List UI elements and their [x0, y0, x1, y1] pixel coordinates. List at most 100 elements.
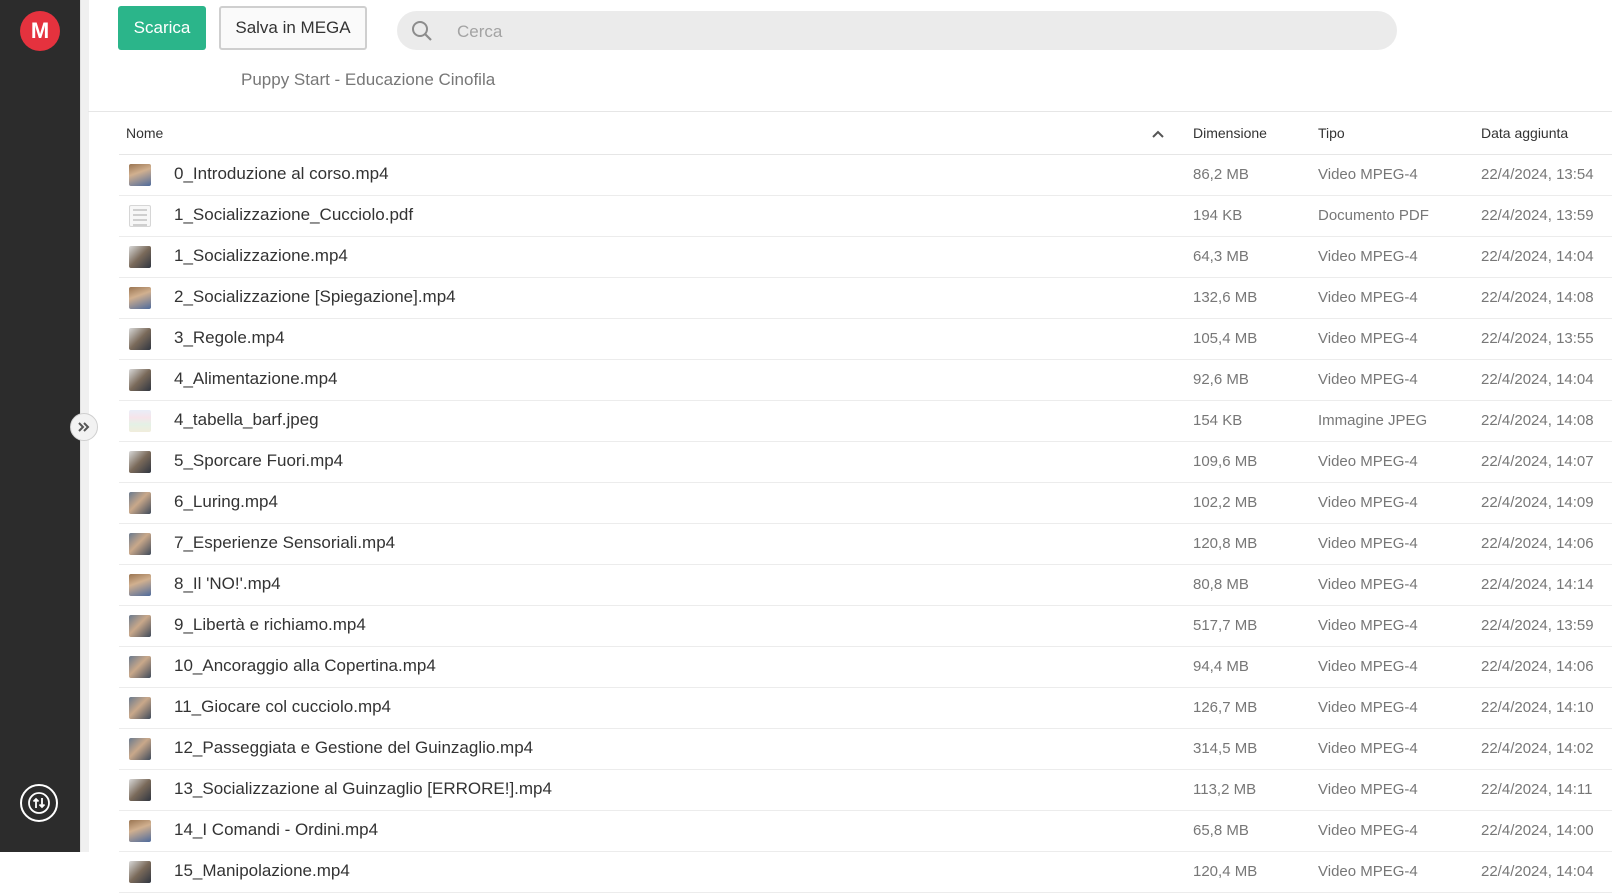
- file-name: 0_Introduzione al corso.mp4: [174, 164, 389, 183]
- file-date-added: 22/4/2024, 14:04: [1481, 371, 1594, 388]
- file-name: 8_Il 'NO!'.mp4: [174, 574, 281, 593]
- file-date-added: 22/4/2024, 13:54: [1481, 166, 1594, 183]
- file-type: Video MPEG-4: [1318, 658, 1418, 675]
- transfers-icon[interactable]: [20, 784, 58, 822]
- pdf-file-icon: [129, 205, 151, 227]
- video-thumbnail: [129, 820, 151, 842]
- file-size: 194 KB: [1193, 207, 1243, 224]
- table-row[interactable]: 12_Passeggiata e Gestione del Guinzaglio…: [119, 729, 1612, 770]
- file-list: 0_Introduzione al corso.mp4 86,2 MB Video …: [119, 155, 1612, 893]
- table-row[interactable]: 6_Luring.mp4 102,2 MB Video MPEG-4 22/4/202…: [119, 483, 1612, 524]
- file-date-added: 22/4/2024, 14:10: [1481, 699, 1594, 716]
- file-size: 132,6 MB: [1193, 289, 1258, 306]
- video-thumbnail: [129, 779, 151, 801]
- search-bar[interactable]: [397, 11, 1397, 52]
- file-size: 126,7 MB: [1193, 699, 1258, 716]
- file-size: 92,6 MB: [1193, 371, 1249, 388]
- table-row[interactable]: 13_Socializzazione al Guinzaglio [ERRORE…: [119, 770, 1612, 811]
- file-type: Video MPEG-4: [1318, 289, 1418, 306]
- file-name: 14_I Comandi - Ordini.mp4: [174, 820, 379, 839]
- file-name: 7_Esperienze Sensoriali.mp4: [174, 533, 396, 552]
- file-type: Video MPEG-4: [1318, 863, 1418, 880]
- expand-sidebar-icon[interactable]: [70, 413, 98, 441]
- file-size: 517,7 MB: [1193, 617, 1258, 634]
- folder-title: Puppy Start - Educazione Cinofila: [241, 70, 496, 89]
- file-name: 5_Sporcare Fuori.mp4: [174, 451, 344, 470]
- column-header-size[interactable]: Dimensione: [1193, 125, 1267, 141]
- table-row[interactable]: 11_Giocare col cucciolo.mp4 126,7 MB Video…: [119, 688, 1612, 729]
- file-name: 11_Giocare col cucciolo.mp4: [174, 697, 392, 716]
- table-row[interactable]: 0_Introduzione al corso.mp4 86,2 MB Video …: [119, 155, 1612, 196]
- table-row[interactable]: 1_Socializzazione_Cucciolo.pdf 194 KB Docu…: [119, 196, 1612, 237]
- file-date-added: 22/4/2024, 14:09: [1481, 494, 1594, 511]
- column-header-type[interactable]: Tipo: [1318, 125, 1345, 141]
- mega-logo[interactable]: M: [20, 11, 60, 51]
- file-date-added: 22/4/2024, 14:07: [1481, 453, 1594, 470]
- table-row[interactable]: 4_Alimentazione.mp4 92,6 MB Video MPEG-4 22…: [119, 360, 1612, 401]
- file-name: 1_Socializzazione_Cucciolo.pdf: [174, 205, 414, 224]
- file-date-added: 22/4/2024, 14:08: [1481, 412, 1594, 429]
- file-size: 105,4 MB: [1193, 330, 1258, 347]
- file-name: 3_Regole.mp4: [174, 328, 285, 347]
- file-type: Video MPEG-4: [1318, 617, 1418, 634]
- video-thumbnail: [129, 574, 151, 596]
- file-type: Immagine JPEG: [1318, 412, 1428, 429]
- file-date-added: 22/4/2024, 14:06: [1481, 535, 1594, 552]
- video-thumbnail: [129, 451, 151, 473]
- file-name: 6_Luring.mp4: [174, 492, 278, 511]
- table-row[interactable]: 14_I Comandi - Ordini.mp4 65,8 MB Video MP…: [119, 811, 1612, 852]
- file-date-added: 22/4/2024, 14:11: [1481, 781, 1593, 798]
- file-size: 120,8 MB: [1193, 535, 1258, 552]
- video-thumbnail: [129, 697, 151, 719]
- file-size: 109,6 MB: [1193, 453, 1258, 470]
- column-header-date[interactable]: Data aggiunta: [1481, 125, 1568, 141]
- file-size: 154 KB: [1193, 412, 1243, 429]
- file-size: 113,2 MB: [1193, 781, 1257, 798]
- download-button[interactable]: Scarica: [118, 6, 206, 50]
- table-row[interactable]: 7_Esperienze Sensoriali.mp4 120,8 MB Video…: [119, 524, 1612, 565]
- video-thumbnail: [129, 861, 151, 883]
- file-type: Video MPEG-4: [1318, 453, 1418, 470]
- table-row[interactable]: 9_Libertà e richiamo.mp4 517,7 MB Video MP…: [119, 606, 1612, 647]
- table-row[interactable]: 5_Sporcare Fuori.mp4 109,6 MB Video MPEG-4…: [119, 442, 1612, 483]
- file-name: 4_tabella_barf.jpeg: [174, 410, 319, 429]
- file-name: 4_Alimentazione.mp4: [174, 369, 338, 388]
- search-input[interactable]: [455, 11, 1379, 52]
- file-type: Video MPEG-4: [1318, 822, 1418, 839]
- table-row[interactable]: 4_tabella_barf.jpeg 154 KB Immagine JPEG 22…: [119, 401, 1612, 442]
- file-date-added: 22/4/2024, 13:59: [1481, 617, 1594, 634]
- file-date-added: 22/4/2024, 14:04: [1481, 863, 1594, 880]
- video-thumbnail: [129, 328, 151, 350]
- file-type: Video MPEG-4: [1318, 535, 1418, 552]
- table-row[interactable]: 15_Manipolazione.mp4 120,4 MB Video MPEG-4…: [119, 852, 1612, 893]
- file-size: 86,2 MB: [1193, 166, 1249, 183]
- file-date-added: 22/4/2024, 14:02: [1481, 740, 1594, 757]
- video-thumbnail: [129, 369, 151, 391]
- table-row[interactable]: 3_Regole.mp4 105,4 MB Video MPEG-4 22/4/202…: [119, 319, 1612, 360]
- save-to-mega-button[interactable]: Salva in MEGA: [219, 6, 367, 50]
- column-header-name[interactable]: Nome: [126, 125, 163, 141]
- file-type: Video MPEG-4: [1318, 781, 1418, 798]
- sort-ascending-icon[interactable]: [1152, 125, 1164, 141]
- file-date-added: 22/4/2024, 14:06: [1481, 658, 1594, 675]
- file-name: 9_Libertà e richiamo.mp4: [174, 615, 366, 634]
- file-name: 12_Passeggiata e Gestione del Guinzaglio…: [174, 738, 534, 757]
- file-date-added: 22/4/2024, 13:59: [1481, 207, 1594, 224]
- file-size: 102,2 MB: [1193, 494, 1258, 511]
- table-row[interactable]: 8_Il 'NO!'.mp4 80,8 MB Video MPEG-4 22/4/20…: [119, 565, 1612, 606]
- file-type: Video MPEG-4: [1318, 494, 1418, 511]
- file-type: Video MPEG-4: [1318, 330, 1418, 347]
- file-name: 13_Socializzazione al Guinzaglio [ERRORE…: [174, 779, 552, 798]
- file-type: Video MPEG-4: [1318, 371, 1418, 388]
- table-row[interactable]: 1_Socializzazione.mp4 64,3 MB Video MPEG-4…: [119, 237, 1612, 278]
- file-size: 80,8 MB: [1193, 576, 1249, 593]
- file-type: Documento PDF: [1318, 207, 1429, 224]
- table-row[interactable]: 2_Socializzazione [Spiegazione].mp4 132,6…: [119, 278, 1612, 319]
- file-size: 314,5 MB: [1193, 740, 1258, 757]
- file-name: 10_Ancoraggio alla Copertina.mp4: [174, 656, 436, 675]
- file-size: 120,4 MB: [1193, 863, 1258, 880]
- file-type: Video MPEG-4: [1318, 699, 1418, 716]
- file-name: 1_Socializzazione.mp4: [174, 246, 348, 265]
- table-row[interactable]: 10_Ancoraggio alla Copertina.mp4 94,4 MB V…: [119, 647, 1612, 688]
- file-type: Video MPEG-4: [1318, 248, 1418, 265]
